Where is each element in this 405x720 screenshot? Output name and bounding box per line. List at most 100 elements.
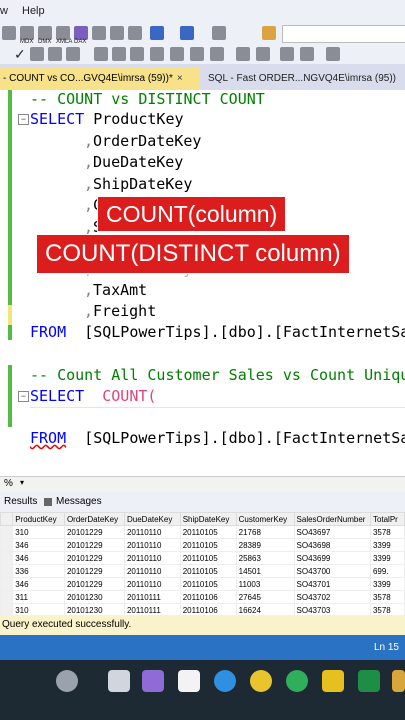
table-row[interactable]: 346 20101229 20110110 20110105 28389 SO43698 3…	[0, 538, 405, 552]
table-row[interactable]: 311 20101230 20110111 20110106 27645 SO43702 3…	[0, 590, 405, 604]
query-editor[interactable]: -- COUNT vs DISTINCT COUNT − SELECT Prod…	[0, 90, 405, 476]
comment-icon[interactable]	[236, 47, 250, 61]
table-cell[interactable]: 20101229	[63, 538, 125, 552]
menu-view[interactable]: w	[0, 5, 8, 17]
toolbar-icon-g[interactable]	[190, 47, 204, 61]
menu-help[interactable]: Help	[22, 5, 45, 17]
table-cell[interactable]: 16624	[235, 603, 295, 615]
toolbar-icon-d[interactable]	[112, 47, 126, 61]
table-cell[interactable]: 21768	[235, 525, 295, 539]
chevron-down-icon[interactable]: ▾	[20, 478, 24, 487]
collapse-icon[interactable]: −	[18, 114, 29, 125]
column-header[interactable]: SalesOrderNumber	[293, 512, 371, 526]
copilot-icon[interactable]	[142, 670, 164, 692]
column-header[interactable]: DueDateKey	[123, 512, 181, 526]
table-cell[interactable]: 20110110	[123, 577, 181, 591]
dax-icon[interactable]	[74, 26, 88, 40]
toolbar-icon-f[interactable]	[150, 47, 164, 61]
table-cell[interactable]: 20110111	[123, 603, 181, 615]
cut-icon[interactable]	[92, 26, 106, 40]
outdent-icon[interactable]	[300, 47, 314, 61]
toolbar-icon-a[interactable]	[30, 47, 44, 61]
table-cell[interactable]: 11003	[235, 577, 295, 591]
toolbar-icon-c[interactable]	[94, 47, 108, 61]
table-cell[interactable]: SO43703	[293, 603, 371, 615]
table-cell[interactable]: SO43702	[293, 590, 371, 604]
uncomment-icon[interactable]	[256, 47, 270, 61]
table-cell[interactable]: 346	[12, 551, 65, 565]
table-cell[interactable]: 20101229	[63, 525, 125, 539]
row-selector[interactable]	[0, 590, 14, 604]
table-cell[interactable]: 20110105	[179, 525, 237, 539]
table-cell[interactable]: 20101230	[63, 590, 125, 604]
table-row[interactable]: 310 20101230 20110111 20110106 16624 SO43703 3…	[0, 603, 405, 615]
table-cell[interactable]: 310	[12, 525, 65, 539]
row-selector[interactable]	[0, 538, 14, 552]
folder-icon[interactable]	[262, 26, 276, 40]
table-cell[interactable]: 310	[12, 603, 65, 615]
notepad-icon[interactable]	[178, 670, 200, 692]
table-cell[interactable]: 20110106	[179, 590, 237, 604]
table-cell[interactable]: 3578	[369, 603, 405, 615]
table-cell[interactable]: 28389	[235, 538, 295, 552]
copy-icon[interactable]	[110, 26, 124, 40]
results-grid[interactable]: ProductKey OrderDateKey DueDateKey ShipD…	[0, 512, 405, 615]
mdx-icon[interactable]	[20, 26, 34, 40]
toolbar-icon-e[interactable]	[130, 47, 144, 61]
table-cell[interactable]: SO43701	[293, 577, 371, 591]
dmx-icon[interactable]	[38, 26, 52, 40]
toolbar-icon-b[interactable]	[48, 47, 62, 61]
table-cell[interactable]: 20110105	[179, 564, 237, 578]
search-icon[interactable]	[212, 26, 226, 40]
table-cell[interactable]: 3578	[369, 525, 405, 539]
table-row[interactable]: 346 20101229 20110110 20110105 11003 SO43701 3…	[0, 577, 405, 591]
search-box[interactable]	[282, 25, 405, 43]
chrome-icon[interactable]	[250, 670, 272, 692]
table-cell[interactable]: 20110105	[179, 538, 237, 552]
column-header[interactable]: ShipDateKey	[179, 512, 237, 526]
row-selector-header[interactable]	[0, 512, 14, 526]
table-cell[interactable]: 27645	[235, 590, 295, 604]
table-cell[interactable]: 20110110	[123, 564, 181, 578]
table-row[interactable]: 310 20101229 20110110 20110105 21768 SO43697 3…	[0, 525, 405, 539]
column-header[interactable]: ProductKey	[12, 512, 65, 526]
table-cell[interactable]: SO43699	[293, 551, 371, 565]
table-cell[interactable]: SO43700	[293, 564, 371, 578]
row-selector[interactable]	[0, 577, 14, 591]
table-cell[interactable]: 336	[12, 564, 65, 578]
indent-icon[interactable]	[280, 47, 294, 61]
specify-values-icon[interactable]	[326, 47, 340, 61]
paste-icon[interactable]	[128, 26, 142, 40]
tab-messages[interactable]: Messages	[56, 496, 102, 507]
column-header[interactable]: CustomerKey	[235, 512, 295, 526]
table-cell[interactable]: SO43698	[293, 538, 371, 552]
table-cell[interactable]: 346	[12, 577, 65, 591]
row-selector[interactable]	[0, 525, 14, 539]
table-cell[interactable]: 25863	[235, 551, 295, 565]
table-cell[interactable]: 3399	[369, 538, 405, 552]
xmla-icon[interactable]	[56, 26, 70, 40]
table-cell[interactable]: 20101229	[63, 551, 125, 565]
table-cell[interactable]: 3399	[369, 551, 405, 565]
table-cell[interactable]: 3399	[369, 577, 405, 591]
toolbar-icon-h[interactable]	[210, 47, 224, 61]
edge-icon[interactable]	[214, 670, 236, 692]
close-icon[interactable]: ×	[177, 73, 183, 84]
table-cell[interactable]: 20101230	[63, 603, 125, 615]
column-header[interactable]: TotalPr	[369, 512, 405, 526]
table-cell[interactable]: 20110110	[123, 525, 181, 539]
table-cell[interactable]: 20110105	[179, 577, 237, 591]
results-grid-icon[interactable]	[170, 47, 184, 61]
row-selector[interactable]	[0, 551, 14, 565]
table-cell[interactable]: 20110110	[123, 551, 181, 565]
row-selector[interactable]	[0, 564, 14, 578]
tab-count-vs-count[interactable]: - COUNT vs CO...GVQ4E\imrsa (59))* ×	[0, 68, 200, 90]
table-cell[interactable]: 699.	[369, 564, 405, 578]
undo-icon[interactable]	[150, 26, 164, 40]
new-query-icon[interactable]	[2, 26, 16, 40]
column-header[interactable]: OrderDateKey	[63, 512, 125, 526]
table-cell[interactable]: 14501	[235, 564, 295, 578]
table-cell[interactable]: 20110110	[123, 538, 181, 552]
table-cell[interactable]: 20110105	[179, 551, 237, 565]
power-bi-icon[interactable]	[322, 670, 344, 692]
